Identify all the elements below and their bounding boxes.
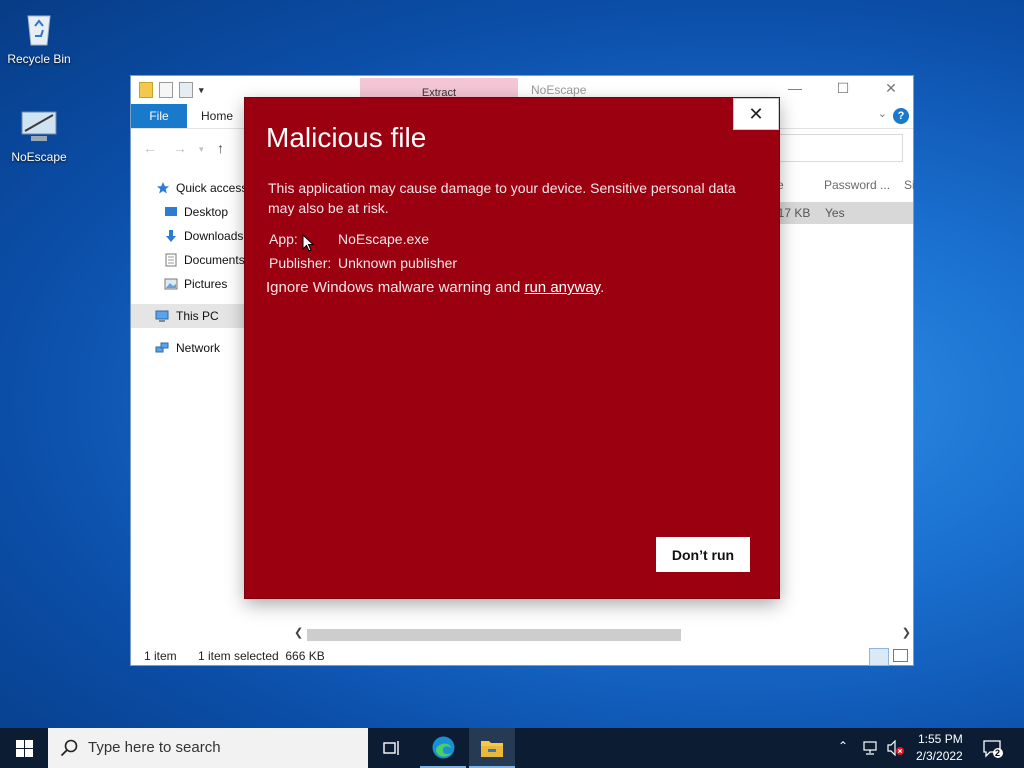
- folder-icon[interactable]: [139, 82, 153, 98]
- taskbar-app-file-explorer[interactable]: [469, 728, 515, 768]
- maximize-button[interactable]: ☐: [823, 80, 863, 97]
- publisher-label: Publisher:: [269, 255, 332, 271]
- desktop-icon-label: Recycle Bin: [7, 52, 71, 66]
- close-dialog-button[interactable]: ✕: [733, 98, 779, 130]
- sidebar-item-label: Downloads: [184, 229, 244, 243]
- task-view-button[interactable]: [369, 728, 415, 768]
- desktop-folder-icon: [165, 207, 177, 216]
- forward-arrow-icon[interactable]: →: [173, 140, 187, 156]
- table-row[interactable]: 617 KB Yes: [771, 202, 913, 224]
- new-folder-icon[interactable]: [179, 82, 193, 98]
- taskbar-search-input[interactable]: Type here to search: [48, 728, 368, 768]
- status-selection: 1 item selected 666 KB: [198, 649, 325, 663]
- tab-file[interactable]: File: [131, 104, 187, 128]
- clock-time[interactable]: 1:55 PM: [918, 732, 963, 746]
- scroll-right-icon[interactable]: ❯: [902, 626, 911, 639]
- start-button[interactable]: [0, 728, 48, 768]
- download-icon: [166, 230, 176, 242]
- sidebar-item-documents[interactable]: Documents: [131, 248, 247, 272]
- network-status-icon[interactable]: [863, 741, 879, 755]
- pictures-icon: [164, 278, 178, 290]
- sidebar-item-label: This PC: [176, 309, 219, 323]
- sidebar-item-label: Pictures: [184, 277, 228, 291]
- column-header-password[interactable]: Password ...: [824, 178, 890, 192]
- folder-icon: [481, 741, 503, 757]
- mouse-cursor-icon: [302, 234, 314, 252]
- windows-logo-icon: [16, 740, 33, 757]
- details-view-icon[interactable]: [869, 648, 889, 666]
- dont-run-button[interactable]: Don’t run: [656, 537, 750, 572]
- sidebar-item-label: Network: [176, 341, 221, 355]
- chevron-down-icon[interactable]: ⌄: [878, 107, 887, 120]
- tab-home[interactable]: Home: [201, 104, 233, 128]
- chevron-up-icon[interactable]: ⌃: [838, 739, 848, 753]
- taskbar: Type here to search ⌃ 1:55 PM 2/3/2022 2: [0, 728, 1024, 768]
- scroll-left-icon[interactable]: ❮: [294, 626, 303, 639]
- dialog-title: Malicious file: [266, 122, 427, 153]
- desktop-icon-label: NoEscape: [11, 150, 67, 164]
- navigation-pane: Quick access Desktop Downloads Documents…: [131, 176, 247, 360]
- task-view-icon: [383, 741, 399, 755]
- help-icon[interactable]: ?: [893, 108, 909, 124]
- sidebar-item-downloads[interactable]: Downloads: [131, 224, 247, 248]
- sidebar-item-network[interactable]: Network: [131, 336, 247, 360]
- horizontal-scrollbar[interactable]: ❮ ❯: [291, 626, 913, 642]
- search-icon: [60, 739, 78, 757]
- desktop-icon-noescape[interactable]: NoEscape: [3, 106, 75, 164]
- taskbar-app-edge[interactable]: [420, 728, 466, 768]
- customize-dropdown-icon[interactable]: ▾: [199, 85, 204, 96]
- run-anyway-link[interactable]: run anyway: [524, 279, 600, 296]
- ignore-warning-text: Ignore Windows malware warning and: [266, 279, 521, 296]
- large-icons-view-icon[interactable]: [893, 649, 908, 662]
- app-value: NoEscape.exe: [338, 231, 430, 247]
- volume-muted-icon[interactable]: [887, 740, 905, 756]
- sidebar-item-label: Documents: [184, 253, 245, 267]
- search-input[interactable]: [776, 134, 903, 162]
- star-icon: [157, 182, 169, 194]
- quick-access-toolbar: ▾: [139, 82, 204, 98]
- recycle-bin-icon: [19, 8, 59, 48]
- edge-browser-icon: [432, 736, 455, 759]
- system-tray: ⌃ 1:55 PM 2/3/2022 2: [832, 728, 1024, 768]
- publisher-row: Publisher: Unknown publisher: [269, 255, 457, 271]
- notification-icon[interactable]: [982, 739, 1004, 759]
- sidebar-item-pictures[interactable]: Pictures: [131, 272, 247, 296]
- document-icon: [165, 253, 177, 267]
- malicious-file-dialog: ✕ Malicious file This application may ca…: [245, 98, 779, 598]
- chevron-down-icon[interactable]: ▾: [199, 144, 204, 155]
- close-window-button[interactable]: ✕: [871, 80, 911, 97]
- sidebar-item-desktop[interactable]: Desktop: [131, 200, 247, 224]
- back-arrow-icon[interactable]: ←: [143, 140, 157, 156]
- notification-count-badge: 2: [995, 748, 1001, 758]
- search-placeholder: Type here to search: [88, 739, 221, 756]
- row-password: Yes: [825, 206, 845, 220]
- ignore-warning-row: Ignore Windows malware warning and run a…: [266, 279, 604, 296]
- app-row: App: NoEscape.exe: [269, 231, 429, 247]
- column-header-si[interactable]: Si: [904, 178, 915, 192]
- publisher-value: Unknown publisher: [338, 255, 458, 271]
- status-item-count: 1 item: [144, 649, 177, 663]
- sidebar-item-label: Desktop: [184, 205, 229, 219]
- noescape-app-icon: [19, 106, 59, 146]
- desktop-icon-recycle-bin[interactable]: Recycle Bin: [3, 8, 75, 66]
- minimize-button[interactable]: —: [775, 80, 815, 96]
- clock-date[interactable]: 2/3/2022: [916, 749, 963, 763]
- up-arrow-icon[interactable]: ↑: [217, 140, 224, 156]
- ignore-warning-suffix: .: [600, 279, 605, 296]
- window-title: NoEscape: [531, 83, 587, 97]
- network-icon: [155, 342, 169, 353]
- sidebar-item-quick-access[interactable]: Quick access: [131, 176, 247, 200]
- sidebar-item-this-pc[interactable]: This PC: [131, 304, 247, 328]
- properties-icon[interactable]: [159, 82, 173, 98]
- app-label: App:: [269, 231, 298, 247]
- computer-icon: [155, 310, 169, 322]
- sidebar-item-label: Quick access: [176, 181, 248, 195]
- status-bar: 1 item 1 item selected 666 KB: [131, 646, 913, 666]
- scrollbar-thumb[interactable]: [307, 629, 681, 641]
- dialog-message: This application may cause damage to you…: [268, 180, 736, 216]
